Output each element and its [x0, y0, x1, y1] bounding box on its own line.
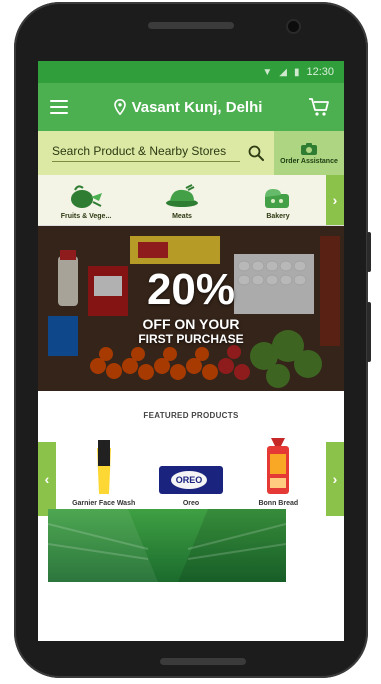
- bottom-speaker: [160, 658, 246, 665]
- status-bar: ▼ ◢ ▮ 12:30: [38, 61, 344, 83]
- featured-store-image[interactable]: [48, 509, 286, 582]
- location-label: Vasant Kunj, Delhi: [131, 98, 263, 116]
- banner-line-2: FIRST PURCHASE: [138, 332, 244, 346]
- oreo-pack-image: OREO: [158, 466, 223, 494]
- bread-pack-image: [267, 438, 290, 494]
- product-card[interactable]: OREO Oreo: [151, 438, 231, 507]
- products-prev-arrow[interactable]: ‹: [38, 442, 56, 516]
- fruits-vegetables-icon: [71, 185, 102, 208]
- store-aisle-image: [48, 509, 286, 582]
- search-placeholder: Search Product & Nearby Stores: [52, 144, 240, 162]
- category-bar: Fruits & Vege... Meats Bakery ›: [38, 175, 344, 226]
- product-name: Bonn Bread: [258, 500, 299, 507]
- svg-text:OREO: OREO: [176, 475, 203, 485]
- phone-frame: ▼ ◢ ▮ 12:30 Vasant Kunj, Delhi Search Pr…: [14, 2, 371, 678]
- app-bar: Vasant Kunj, Delhi: [38, 83, 344, 131]
- banner-line-1: OFF ON YOUR: [142, 316, 240, 332]
- product-card[interactable]: Bonn Bread: [238, 438, 318, 507]
- featured-products-list: Garnier Face Wash OREO Oreo Bonn Bread: [60, 438, 322, 507]
- order-assistance-button[interactable]: Order Assistance: [274, 131, 344, 175]
- face-wash-image: [96, 440, 111, 494]
- hamburger-menu-icon[interactable]: [50, 100, 68, 114]
- category-meats[interactable]: Meats: [134, 175, 230, 225]
- category-next-arrow[interactable]: ›: [326, 175, 344, 225]
- featured-products-title: FEATURED PRODUCTS: [143, 411, 239, 420]
- banner-text: 20% OFF ON YOUR FIRST PURCHASE: [38, 265, 344, 347]
- top-speaker: [148, 22, 234, 29]
- camera-icon: [301, 142, 317, 155]
- product-name: Garnier Face Wash: [72, 500, 136, 507]
- status-time: 12:30: [306, 66, 334, 78]
- battery-icon: ▮: [293, 66, 300, 78]
- product-name: Oreo: [182, 500, 200, 507]
- search-icon[interactable]: [248, 145, 264, 161]
- banner-discount: 20%: [146, 265, 236, 314]
- products-next-arrow[interactable]: ›: [326, 442, 344, 516]
- category-bakery[interactable]: Bakery: [230, 175, 326, 225]
- order-assistance-label: Order Assistance: [280, 157, 338, 165]
- shopping-cart-icon[interactable]: [308, 97, 330, 117]
- location-selector[interactable]: Vasant Kunj, Delhi: [68, 99, 308, 116]
- promo-banner[interactable]: 20% OFF ON YOUR FIRST PURCHASE: [38, 226, 344, 391]
- signal-icon: ◢: [279, 66, 287, 78]
- bakery-icon: [265, 189, 289, 208]
- search-row: Search Product & Nearby Stores Order Ass…: [38, 131, 344, 175]
- volume-button: [367, 232, 371, 272]
- wifi-icon: ▼: [262, 66, 273, 78]
- category-label: Meats: [172, 213, 192, 220]
- category-label: Bakery: [266, 213, 290, 220]
- category-fruits-vegetables[interactable]: Fruits & Vege...: [38, 175, 134, 225]
- power-button: [367, 302, 371, 362]
- category-label: Fruits & Vege...: [60, 213, 112, 220]
- front-camera: [286, 19, 301, 34]
- search-input[interactable]: Search Product & Nearby Stores: [38, 131, 274, 175]
- meats-icon: [166, 184, 198, 207]
- location-pin-icon: [113, 99, 126, 115]
- product-card[interactable]: Garnier Face Wash: [64, 438, 144, 507]
